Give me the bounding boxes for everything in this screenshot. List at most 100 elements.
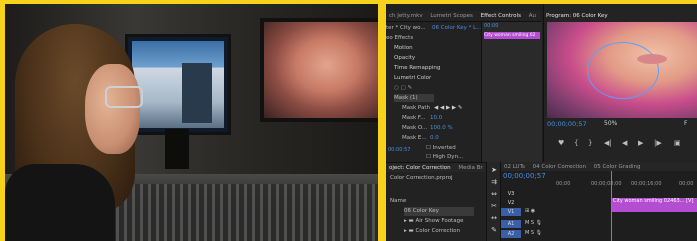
zoom-select[interactable]: 50%	[604, 120, 617, 127]
tab-audio[interactable]: Au	[526, 11, 539, 21]
tab-luts[interactable]: 02 LUTs	[501, 162, 528, 172]
mask-opacity-value[interactable]: 100.0 %	[430, 124, 453, 132]
timeline-clip[interactable]: City woman smiling 02463... [V]	[611, 198, 697, 212]
program-timecode[interactable]: 00;00;00;57	[547, 120, 587, 128]
v1-track-controls[interactable]: ⊞ ◉	[525, 208, 535, 214]
monitor-right-screen	[264, 22, 378, 118]
marker-icon[interactable]: ♥	[558, 139, 564, 147]
ripple-edit-icon[interactable]: ⇔	[490, 190, 498, 198]
yellow-frame: ch Jetty.mkv Lumetri Scopes Effect Contr…	[0, 0, 697, 241]
video-effects-header: eo Effects	[386, 35, 414, 41]
project-item-color-correction-label: Color Correction	[415, 228, 461, 234]
ec-bottom-timecode: 00:00:57	[388, 147, 411, 153]
monitor-left	[125, 34, 231, 135]
project-file: Color Correction.prproj	[390, 175, 453, 181]
timeline-panel: 02 LUTs 04 Color Correction 05 Color Gra…	[500, 162, 697, 241]
ruler-tick-3: 00;00	[679, 181, 694, 187]
track-a2[interactable]: A2	[501, 230, 521, 238]
inverted-label: Inverted	[432, 145, 456, 151]
in-point-icon[interactable]: {	[574, 139, 578, 147]
column-name[interactable]: Name	[390, 197, 406, 206]
tab-project[interactable]: oject: Color Correction	[386, 163, 454, 173]
tab-lumetri-scopes[interactable]: Lumetri Scopes	[427, 11, 476, 21]
mask-label[interactable]: Mask (1)	[394, 94, 434, 102]
pen-tool-icon[interactable]: ✎	[490, 226, 498, 234]
a2-track-controls[interactable]: M S 🎙	[525, 230, 542, 236]
monitor-left-panel	[182, 63, 212, 123]
tools-panel: ➤ ⇉ ⇔ ✂ ↔ ✎	[486, 162, 501, 241]
project-item-color-correction[interactable]: ▸ ▬ Color Correction	[404, 227, 460, 236]
track-a1[interactable]: A1	[501, 220, 521, 228]
export-frame-icon[interactable]: ▣	[674, 139, 681, 147]
editor-photo	[5, 4, 378, 241]
monitor-left-screen	[132, 41, 224, 128]
razor-tool-icon[interactable]: ✂	[490, 202, 498, 210]
source-selector[interactable]: ter * City wo...	[386, 24, 426, 32]
mask-shape-icons[interactable]: ○ ▢ ✎	[394, 84, 412, 92]
mask-expansion-label: Mask E...	[402, 135, 427, 141]
time-ruler[interactable]: 00;00 00;00;08;00 00;00;16;00 00;00	[501, 181, 697, 189]
tab-source[interactable]: ch Jetty.mkv	[386, 11, 426, 21]
track-select-icon[interactable]: ⇉	[490, 178, 498, 186]
sequence-tabs: 02 LUTs 04 Color Correction 05 Color Gra…	[501, 162, 697, 171]
editor-ui: ch Jetty.mkv Lumetri Scopes Effect Contr…	[386, 4, 697, 241]
project-item-color-key[interactable]: 06 Color Key	[404, 207, 474, 216]
inverted-checkbox[interactable]: ☐ Inverted	[426, 144, 456, 152]
program-title: Program: 06 Color Key	[546, 13, 608, 19]
tab-media-browser[interactable]: Media Br	[455, 163, 485, 173]
resolution-select[interactable]: F	[684, 120, 687, 127]
person-face	[85, 64, 140, 154]
play-icon[interactable]: ▶	[638, 139, 643, 147]
mask-feather-value[interactable]: 10.0	[430, 114, 442, 122]
tab-effect-controls[interactable]: Effect Controls	[478, 11, 524, 21]
effect-controls-timeline[interactable]: 00:00 City woman smiling 02	[481, 22, 542, 162]
program-video-frame[interactable]	[547, 22, 697, 118]
track-v3[interactable]: V3	[501, 190, 521, 198]
subject-smile	[637, 54, 667, 64]
slip-tool-icon[interactable]: ↔	[490, 214, 498, 222]
mask-path-label: Mask Path	[402, 105, 430, 111]
high-dynamic-label: High Dyn...	[432, 154, 464, 160]
effect-time-remapping[interactable]: Time Remapping	[394, 64, 440, 72]
playhead[interactable]	[611, 171, 612, 241]
project-panel: oject: Color Correction Media Br Color C…	[386, 162, 486, 241]
high-dynamic-checkbox[interactable]: ☐ High Dyn...	[426, 153, 463, 161]
ec-clip-bar[interactable]: City woman smiling 02	[484, 32, 540, 39]
timeline-timecode[interactable]: 00;00;00;57	[503, 172, 546, 180]
ruler-tick-2: 00;00;16;00	[631, 181, 662, 187]
step-forward-icon[interactable]: |▶	[654, 139, 662, 147]
step-back-icon[interactable]: ◀|	[604, 139, 612, 147]
project-tabs: oject: Color Correction Media Br	[386, 163, 486, 172]
mask-feather-label: Mask F...	[402, 115, 426, 121]
program-monitor: Program: 06 Color Key 00;00;00;57 50% F …	[543, 4, 697, 162]
mask-path-controls[interactable]: ◀ ◀ ▶ ▶ ✎	[434, 104, 463, 112]
monitor-stand	[165, 129, 189, 169]
mixing-console	[100, 184, 378, 241]
project-item-air-show-label: Air Show Footage	[415, 218, 464, 224]
project-item-air-show[interactable]: ▸ ▬ Air Show Footage	[404, 217, 463, 226]
project-item-more[interactable]: ...	[404, 237, 409, 241]
track-v1[interactable]: V1	[501, 208, 521, 216]
play-back-icon[interactable]: ◀	[622, 139, 627, 147]
selection-tool-icon[interactable]: ➤	[490, 166, 498, 174]
clip-selector[interactable]: 06 Color Key * L...	[432, 24, 481, 32]
effect-lumetri-color[interactable]: Lumetri Color	[394, 74, 431, 82]
effect-opacity[interactable]: Opacity	[394, 54, 415, 62]
tab-color-correction[interactable]: 04 Color Correction	[530, 162, 589, 172]
mask-expansion-value[interactable]: 0.0	[430, 134, 439, 142]
person-shirt	[5, 164, 115, 241]
tab-color-grading[interactable]: 05 Color Grading	[591, 162, 644, 172]
ruler-tick-1: 00;00;08;00	[591, 181, 622, 187]
mask-ellipse[interactable]	[587, 42, 659, 99]
ec-timecode: 00:00	[484, 23, 499, 29]
effect-motion[interactable]: Motion	[394, 44, 413, 52]
mask-opacity-label: Mask O...	[402, 125, 428, 131]
out-point-icon[interactable]: }	[588, 139, 592, 147]
person-glasses	[105, 86, 143, 108]
a1-track-controls[interactable]: M S 🎙	[525, 220, 542, 226]
transport-controls: ♥ { } ◀| ◀ ▶ |▶ ▣	[544, 139, 697, 153]
monitor-right	[260, 18, 378, 122]
track-v2[interactable]: V2	[501, 199, 521, 207]
ruler-tick-0: 00;00	[556, 181, 571, 187]
panel-tabs: ch Jetty.mkv Lumetri Scopes Effect Contr…	[386, 11, 541, 22]
